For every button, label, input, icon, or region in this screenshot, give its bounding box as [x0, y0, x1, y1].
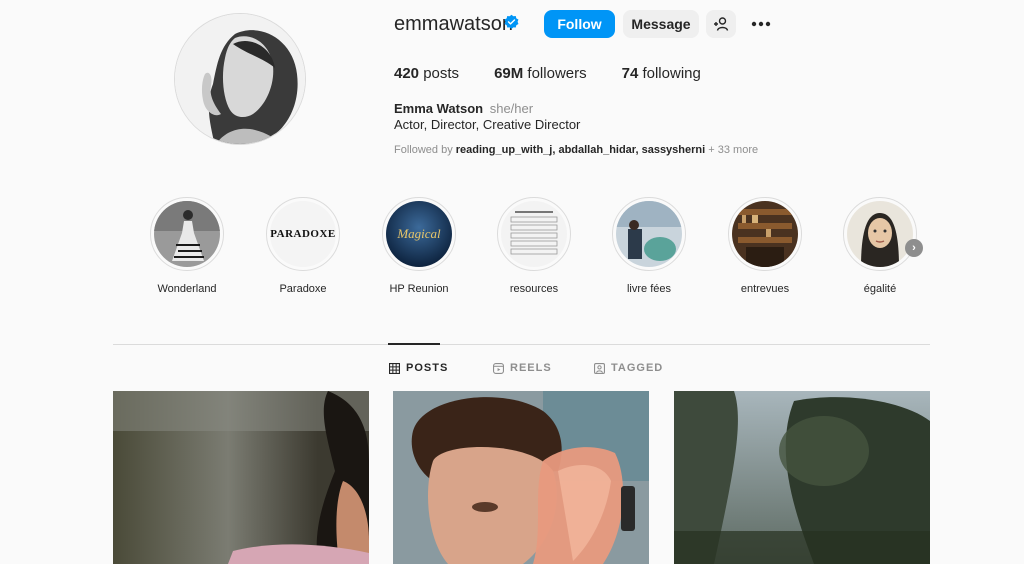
more-options-icon: [751, 21, 771, 27]
post-image: [674, 391, 930, 564]
tabs-divider: [113, 344, 930, 345]
profile-bio: Actor, Director, Creative Director: [394, 117, 581, 132]
highlight-entrevues[interactable]: entrevues: [720, 197, 810, 295]
chevron-right-icon: ›: [912, 242, 916, 254]
highlight-cover: [612, 197, 686, 271]
following-label: following: [642, 65, 701, 82]
followers-stat[interactable]: 69M followers: [494, 65, 587, 82]
highlight-paradoxe[interactable]: PARADOXE Paradoxe: [258, 197, 348, 295]
tab-posts-label: POSTS: [406, 362, 449, 374]
profile-stats: 420 posts 69M followers 74 following: [394, 65, 736, 82]
highlight-label: livre fées: [626, 283, 672, 295]
posts-count: 420: [394, 65, 420, 82]
highlight-label: égalité: [863, 283, 897, 295]
highlight-cover: [150, 197, 224, 271]
highlight-cover: PARADOXE: [266, 197, 340, 271]
post-thumbnail[interactable]: [393, 391, 649, 564]
highlight-hp-reunion[interactable]: Magical HP Reunion: [374, 197, 464, 295]
more-options-button[interactable]: [748, 10, 774, 38]
highlight-cover-image: [847, 201, 913, 267]
grid-icon: [389, 362, 400, 374]
full-name-text: Emma Watson: [394, 101, 484, 116]
highlight-cover: Magical: [382, 197, 456, 271]
highlight-label: HP Reunion: [389, 283, 449, 295]
highlight-cover: [843, 197, 917, 271]
followers-label: followers: [527, 65, 587, 82]
follow-button[interactable]: Follow: [544, 10, 615, 38]
following-stat[interactable]: 74 following: [622, 65, 701, 82]
paradoxe-cover-text: PARADOXE: [270, 228, 336, 240]
pronouns: she/her: [489, 101, 534, 116]
highlight-resources[interactable]: resources: [489, 197, 579, 295]
post-image: [393, 391, 649, 564]
followed-by-names: reading_up_with_j, abdallah_hidar, sassy…: [455, 144, 706, 156]
verified-badge-icon: [504, 14, 519, 29]
followed-by-prefix: Followed by: [394, 144, 453, 156]
add-person-icon: [714, 17, 729, 31]
tab-reels-label: REELS: [510, 362, 552, 374]
profile-full-name: Emma Watson she/her: [394, 101, 533, 116]
active-tab-indicator: [388, 343, 440, 345]
tab-posts[interactable]: POSTS: [389, 362, 448, 374]
hp-reunion-cover-text: Magical: [397, 226, 441, 241]
profile-username: emmawatson: [394, 13, 513, 35]
highlight-label: Paradoxe: [279, 283, 327, 295]
avatar-image: [175, 14, 305, 144]
tab-tagged[interactable]: TAGGED: [594, 362, 663, 374]
highlight-label: entrevues: [740, 283, 790, 295]
followed-by[interactable]: Followed by reading_up_with_j, abdallah_…: [394, 144, 758, 156]
posts-stat: 420 posts: [394, 65, 459, 82]
post-image: [113, 391, 369, 564]
highlight-cover: [497, 197, 571, 271]
highlight-cover: [728, 197, 802, 271]
highlight-label: Wonderland: [157, 283, 217, 295]
following-count: 74: [621, 65, 639, 82]
followed-by-more: + 33 more: [708, 144, 759, 156]
highlights-next-button[interactable]: ›: [905, 239, 923, 257]
message-button[interactable]: Message: [623, 10, 699, 38]
reels-icon: [493, 362, 504, 374]
highlight-livre-fees[interactable]: livre fées: [604, 197, 694, 295]
highlight-cover-image: [732, 201, 798, 267]
followers-count: 69M: [494, 65, 524, 82]
highlight-cover-image: [616, 201, 682, 267]
highlight-cover-image: [154, 201, 220, 267]
post-thumbnail[interactable]: [113, 391, 369, 564]
profile-avatar[interactable]: [174, 13, 306, 145]
suggested-users-button[interactable]: [706, 10, 736, 38]
post-thumbnail[interactable]: [674, 391, 930, 564]
highlight-wonderland[interactable]: Wonderland: [142, 197, 232, 295]
posts-label: posts: [423, 65, 460, 82]
tagged-icon: [594, 362, 605, 374]
tab-reels[interactable]: REELS: [493, 362, 552, 374]
highlight-cover-image: [510, 211, 558, 255]
tab-tagged-label: TAGGED: [611, 362, 664, 374]
highlight-label: resources: [509, 283, 559, 295]
